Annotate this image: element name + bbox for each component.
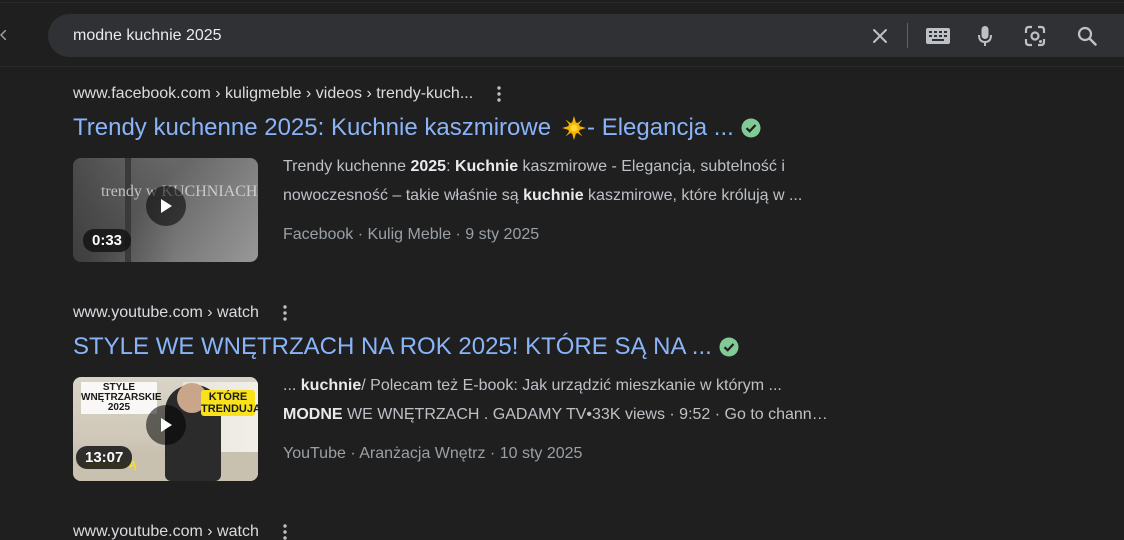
search-input[interactable] (73, 14, 833, 57)
result-title-suffix[interactable]: - Elegancja ... (587, 114, 734, 142)
result-breadcrumb[interactable]: www.youtube.com › watch (73, 304, 259, 322)
clear-icon[interactable] (868, 14, 892, 57)
thumbnail-badge: KTÓRE TRENDUJĄ (201, 390, 258, 416)
more-options-icon[interactable] (491, 83, 507, 105)
window-edge (0, 2, 1124, 3)
more-options-icon[interactable] (277, 302, 293, 324)
result-title[interactable]: STYLE WE WNĘTRZACH NA ROK 2025! KTÓRE SĄ… (73, 333, 712, 361)
result-title-link[interactable]: Trendy kuchenne 2025: Kuchnie kaszmirowe… (73, 114, 761, 142)
search-result: www.youtube.com › watch STYLE WE WNĘTRZA… (73, 302, 1073, 487)
result-breadcrumb-row: www.youtube.com › watch (73, 302, 293, 324)
thumbnail-caption: STYLE WNĘTRZARSKIE 2025 (81, 382, 162, 414)
result-title-link[interactable]: STYLE WE WNĘTRZACH NA ROK 2025! KTÓRE SĄ… (73, 333, 739, 361)
play-icon[interactable] (146, 405, 186, 445)
search-result: www.youtube.com › watch (73, 521, 1073, 540)
verified-check-icon (719, 337, 739, 357)
snippet-line: MODNE WE WNĘTRZACH . GADAMY TV•33K views… (283, 406, 828, 423)
result-meta: Facebook · Kulig Meble · 9 sty 2025 (283, 226, 540, 243)
video-thumbnail[interactable]: STYLE WNĘTRZARSKIE 2025 KTÓRE TRENDUJĄ S… (73, 377, 258, 481)
play-icon[interactable] (146, 186, 186, 226)
keyboard-icon[interactable] (923, 14, 953, 57)
result-snippet: ... kuchnie/ Polecam też E-book: Jak urz… (283, 371, 883, 429)
snippet-line: nowoczesność – takie właśnie są kuchnie … (283, 187, 803, 204)
lens-camera-icon[interactable] (1022, 14, 1048, 57)
video-duration: 0:33 (83, 229, 132, 252)
result-meta: YouTube · Aranżacja Wnętrz · 10 sty 2025 (283, 445, 583, 462)
back-arrow-icon[interactable] (0, 30, 6, 40)
result-breadcrumb[interactable]: www.youtube.com › watch (73, 523, 259, 540)
search-icon[interactable] (1074, 14, 1100, 57)
result-breadcrumb-row: www.facebook.com › kuligmeble › videos ›… (73, 83, 507, 105)
snippet-line: ... kuchnie/ Polecam też E-book: Jak urz… (283, 377, 782, 394)
verified-check-icon (741, 118, 761, 138)
video-thumbnail[interactable]: trendy w KUCHNIACH 0:33 (73, 158, 258, 262)
top-bar (0, 0, 1124, 67)
search-divider (907, 23, 908, 48)
sparkle-emoji-icon (561, 115, 587, 141)
result-breadcrumb-row: www.youtube.com › watch (73, 521, 293, 540)
video-duration: 13:07 (76, 446, 133, 469)
search-box[interactable] (48, 14, 1124, 57)
snippet-line: Trendy kuchenne 2025: Kuchnie kaszmirowe… (283, 158, 785, 175)
result-breadcrumb[interactable]: www.facebook.com › kuligmeble › videos ›… (73, 85, 473, 103)
microphone-icon[interactable] (973, 14, 997, 57)
search-result: www.facebook.com › kuligmeble › videos ›… (73, 83, 1073, 268)
more-options-icon[interactable] (277, 521, 293, 540)
result-snippet: Trendy kuchenne 2025: Kuchnie kaszmirowe… (283, 152, 883, 210)
result-title[interactable]: Trendy kuchenne 2025: Kuchnie kaszmirowe (73, 114, 551, 142)
